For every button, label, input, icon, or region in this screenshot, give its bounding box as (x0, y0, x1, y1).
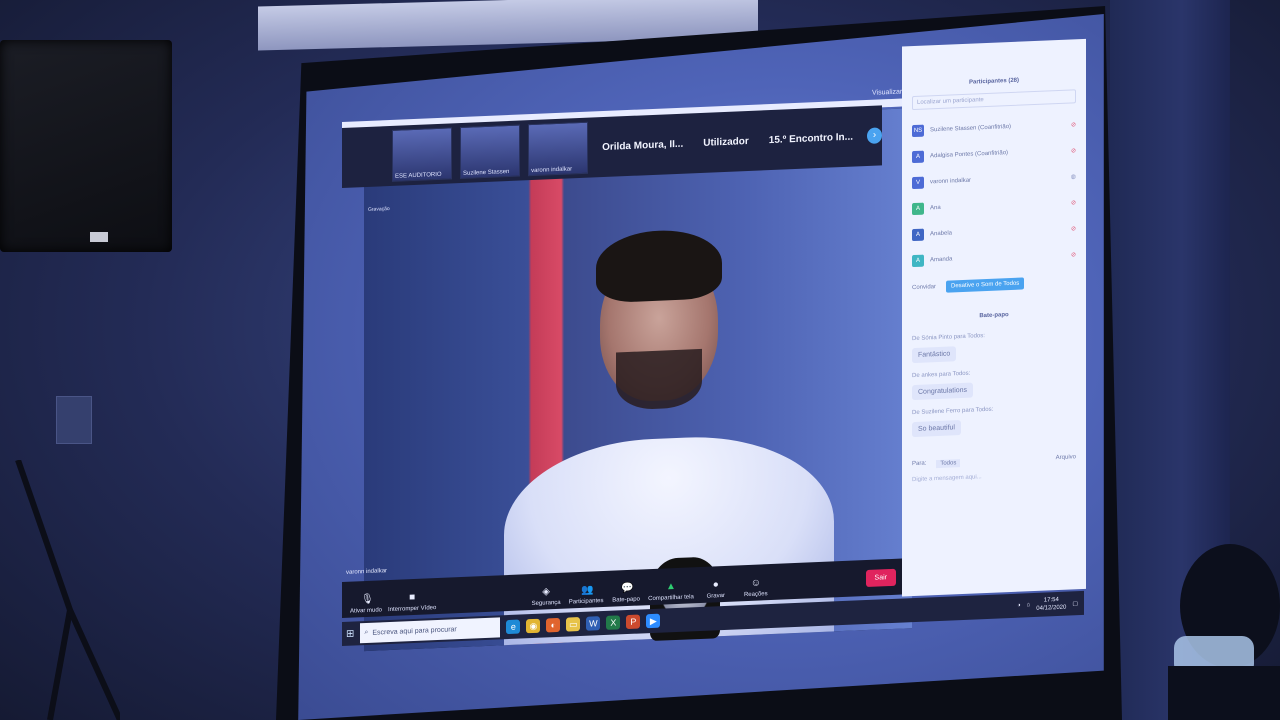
share-label: Compartilhar tela (648, 594, 694, 603)
taskbar-search[interactable]: ⌕ Escreva aqui para procurar (360, 617, 501, 644)
wall-speaker (0, 40, 172, 252)
zoom-meeting-window: Visualizar ESE AUDITORIO Suzilene Stasse… (342, 38, 1092, 680)
view-button[interactable]: Visualizar (872, 89, 902, 97)
volume-icon[interactable]: ◑ (1017, 603, 1021, 609)
taskbar-clock[interactable]: 17:54 04/12/2020 (1036, 596, 1066, 613)
participant-thumbnail[interactable]: varonn indalkar (528, 121, 589, 177)
avatar: V (912, 176, 924, 190)
record-icon: ● (712, 579, 719, 591)
zoom-app-icon[interactable]: ▶ (646, 613, 661, 629)
search-icon: ⌕ (364, 628, 369, 637)
participant-name-tile[interactable]: Utilizador (697, 135, 755, 148)
clock-date: 04/12/2020 (1036, 604, 1067, 612)
mic-muted-icon: ⊘ (1070, 147, 1076, 154)
speaker-label-tag (90, 232, 108, 242)
reactions-label: Reações (743, 591, 768, 599)
participant-name: varonn indalkar (930, 177, 972, 186)
message-text: Congratulations (912, 382, 974, 401)
chat-button[interactable]: 💬 Bate-papo (608, 583, 644, 604)
mic-muted-icon: ⊘ (1070, 199, 1076, 206)
message-sender: De Sónia Pinto para Todos: (912, 333, 985, 343)
message-sender: De ankes para Todos: (912, 370, 971, 380)
participants-title: Participantes (28) (968, 77, 1020, 86)
participant-thumbnail[interactable]: Suzilene Stassen (460, 124, 521, 180)
wall-switch (56, 396, 92, 444)
powerpoint-icon[interactable]: P (626, 614, 641, 630)
windows-start-icon[interactable]: ⊞ (346, 628, 354, 639)
chat-title: Bate-papo (979, 312, 1009, 320)
participant-name-tile[interactable]: Orilda Moura, II... (596, 138, 689, 153)
mic-muted-icon: ⊘ (1070, 225, 1076, 232)
thumbnail-name: Suzilene Stassen (463, 168, 510, 177)
mic-muted-icon: ⊘ (1070, 251, 1076, 258)
people-icon: 👥 (581, 584, 594, 596)
folder-icon[interactable]: ▭ (566, 617, 581, 632)
avatar: NS (912, 124, 924, 138)
chevron-right-icon[interactable]: › (867, 127, 882, 144)
network-icon[interactable]: ⌂ (1027, 602, 1031, 608)
mic-stand (15, 460, 120, 720)
participants-label: Participantes (568, 598, 604, 606)
participant-name-tile[interactable]: 15.º Encontro In... (763, 131, 859, 146)
participant-name: Suzilene Stassen (Coanfitrião) (930, 123, 1012, 134)
edge-icon[interactable]: e (506, 619, 521, 635)
participant-search-input[interactable]: Localizar um participante (912, 89, 1076, 111)
mute-button[interactable]: 🎙 Ativar mudo (348, 594, 384, 615)
camera-icon: ■ (409, 591, 416, 604)
participant-name: Anabela (930, 230, 953, 238)
avatar: A (912, 150, 924, 164)
system-tray: ◑ ⌂ 17:54 04/12/2020 ▢ (1017, 595, 1084, 614)
participant-thumbnail[interactable]: ESE AUDITORIO (392, 127, 453, 182)
shield-icon: ◈ (542, 586, 550, 598)
participants-panel: Participantes (28) Localizar um particip… (902, 38, 1086, 597)
participant-name: Adalgisa Pontes (Coanfitrião) (930, 150, 1009, 160)
file-button[interactable]: Arquivo (1056, 454, 1076, 463)
to-label: Para: (912, 460, 927, 468)
firefox-icon[interactable]: ◐ (546, 617, 561, 633)
invite-button[interactable]: Convidar (912, 284, 936, 291)
security-button[interactable]: ◈ Segurança (528, 586, 564, 608)
chat-message: De Suzilene Ferro para Todos: So beautif… (902, 403, 1086, 438)
mic-icon: ◍ (1070, 173, 1076, 180)
message-text: So beautiful (912, 420, 961, 438)
stop-video-label: Interromper Vídeo (388, 605, 437, 614)
message-sender: De Suzilene Ferro para Todos: (912, 406, 994, 417)
chrome-icon[interactable]: ◉ (526, 618, 541, 634)
participant-name: Ana (930, 204, 941, 212)
leave-button[interactable]: Sair (865, 568, 896, 588)
search-placeholder: Escreva aqui para procurar (372, 625, 457, 637)
reactions-button[interactable]: ☺ Reações (738, 577, 774, 599)
avatar: A (912, 228, 924, 242)
participants-button[interactable]: 👥 Participantes (568, 584, 604, 606)
avatar: A (912, 254, 924, 268)
microphone-icon: 🎙 (361, 593, 374, 606)
recording-indicator: Gravação (368, 206, 390, 213)
mic-muted-icon: ⊘ (1070, 121, 1076, 128)
emoji-icon: ☺ (750, 577, 762, 589)
record-button[interactable]: ● Gravar (698, 579, 734, 601)
word-icon[interactable]: W (586, 616, 601, 631)
record-label: Gravar (706, 592, 725, 600)
share-screen-button[interactable]: ▲ Compartilhar tela (648, 581, 694, 602)
stop-video-button[interactable]: ■ Interromper Vídeo (388, 592, 436, 613)
message-text: Fantástico (912, 346, 957, 364)
share-icon: ▲ (666, 581, 676, 593)
participant-name: Amanda (930, 256, 953, 264)
excel-icon[interactable]: X (606, 615, 621, 630)
notification-icon[interactable]: ▢ (1072, 600, 1078, 607)
mute-all-button[interactable]: Desative o Som de Todos (946, 277, 1025, 293)
chat-icon: 💬 (621, 582, 634, 595)
audience-member (1168, 544, 1280, 720)
security-label: Segurança (531, 599, 561, 608)
chat-message: De Sónia Pinto para Todos: Fantástico (902, 329, 1086, 364)
chat-message: De ankes para Todos: Congratulations (902, 366, 1086, 401)
chat-label: Bate-papo (612, 596, 640, 604)
recipient-dropdown[interactable]: Todos (936, 459, 961, 469)
thumbnail-name: varonn indalkar (531, 166, 573, 175)
thumbnail-name: ESE AUDITORIO (395, 171, 442, 180)
mute-label: Ativar mudo (349, 607, 382, 615)
avatar: A (912, 202, 924, 216)
